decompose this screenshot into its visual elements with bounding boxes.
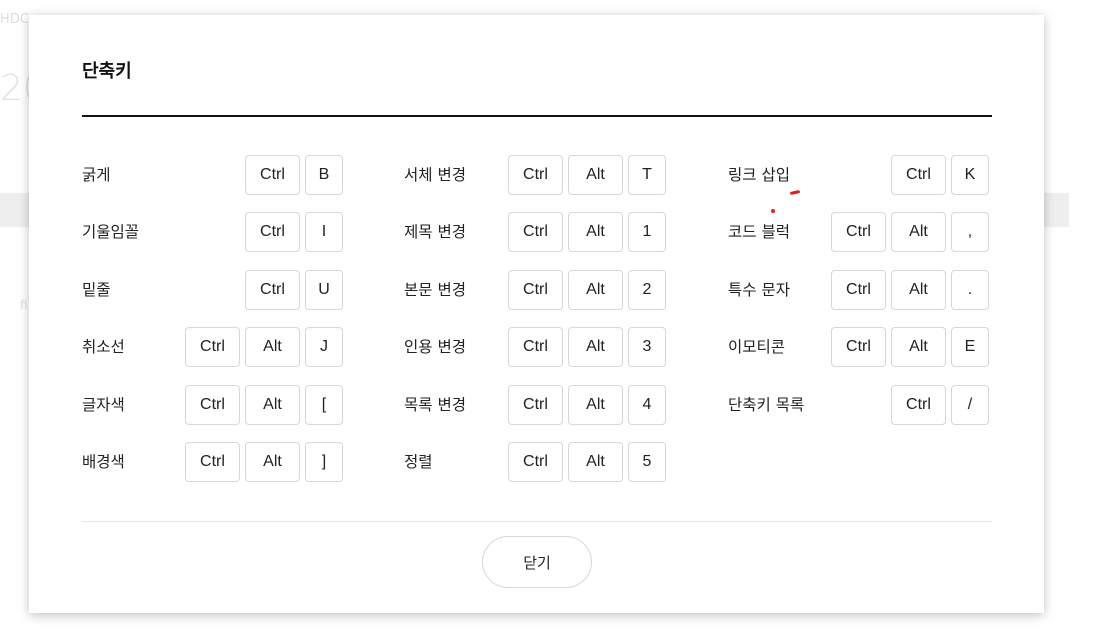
- key-cap: U: [305, 270, 343, 310]
- key-cap: Ctrl: [245, 155, 300, 195]
- shortcut-grid: 굵게 Ctrl B 기울임꼴 Ctrl I 밑줄 Ctrl U 취소선 Ctrl Alt J 글자색 Ctr…: [82, 155, 992, 485]
- shortcut-label: 단축키 목록: [728, 396, 805, 414]
- shortcut-keys: Ctrl Alt 1: [508, 212, 666, 252]
- key-cap: Alt: [568, 442, 623, 482]
- key-cap: Ctrl: [508, 212, 563, 252]
- shortcut-label: 취소선: [82, 338, 125, 356]
- key-cap: 2: [628, 270, 666, 310]
- shortcut-keys: Ctrl U: [245, 270, 343, 310]
- key-cap: Ctrl: [508, 155, 563, 195]
- key-cap: Alt: [891, 270, 946, 310]
- key-cap: Ctrl: [831, 270, 886, 310]
- key-cap: J: [305, 327, 343, 367]
- shortcut-label: 링크 삽입: [728, 166, 790, 184]
- dialog-title: 단축키: [82, 61, 132, 82]
- close-button[interactable]: 닫기: [482, 536, 592, 588]
- key-cap: Ctrl: [891, 155, 946, 195]
- key-cap: E: [951, 327, 989, 367]
- annotation-dot: [771, 209, 775, 213]
- shortcut-keys: Ctrl Alt J: [185, 327, 343, 367]
- shortcut-label: 이모티콘: [728, 338, 786, 356]
- key-cap: Ctrl: [185, 442, 240, 482]
- key-cap: .: [951, 270, 989, 310]
- shortcut-keys: Ctrl /: [891, 385, 989, 425]
- shortcut-keys: Ctrl Alt[: [185, 385, 343, 425]
- shortcut-keys: Ctrl Alt E: [831, 327, 989, 367]
- key-cap: Ctrl: [891, 385, 946, 425]
- key-cap: Ctrl: [508, 327, 563, 367]
- key-cap: B: [305, 155, 343, 195]
- shortcut-keys: Ctrl Alt 3: [508, 327, 666, 367]
- key-cap: Alt: [568, 327, 623, 367]
- shortcut-label: 본문 변경: [404, 281, 466, 299]
- key-cap: T: [628, 155, 666, 195]
- shortcut-keys: Ctrl Alt 5: [508, 442, 666, 482]
- shortcut-label: 서체 변경: [404, 166, 466, 184]
- key-cap: Alt: [568, 155, 623, 195]
- shortcut-keys: Ctrl Alt 4: [508, 385, 666, 425]
- key-cap: /: [951, 385, 989, 425]
- shortcut-keys: Ctrl Alt]: [185, 442, 343, 482]
- shortcut-label: 배경색: [82, 453, 125, 471]
- key-cap: Ctrl: [508, 442, 563, 482]
- shortcut-keys: Ctrl Alt 2: [508, 270, 666, 310]
- shortcut-keys: Ctrl I: [245, 212, 343, 252]
- key-cap: Alt: [245, 385, 300, 425]
- background-header-text: HDC: [0, 12, 29, 27]
- shortcut-keys: Ctrl Alt T: [508, 155, 666, 195]
- key-cap: 4: [628, 385, 666, 425]
- shortcut-label: 코드 블럭: [728, 223, 790, 241]
- key-cap: Alt: [245, 327, 300, 367]
- key-cap: 1: [628, 212, 666, 252]
- key-cap: ,: [951, 212, 989, 252]
- shortcut-label: 굵게: [82, 166, 111, 184]
- key-cap: Ctrl: [245, 270, 300, 310]
- shortcuts-dialog: 단축키 굵게 Ctrl B 기울임꼴 Ctrl I 밑줄 Ctrl U 취소선 Ctrl Alt J 글자…: [29, 15, 1044, 613]
- shortcut-label: 특수 문자: [728, 281, 790, 299]
- shortcut-keys: Ctrl Alt.: [831, 270, 989, 310]
- key-cap: Alt: [245, 442, 300, 482]
- key-cap: Alt: [568, 270, 623, 310]
- key-cap: Ctrl: [831, 327, 886, 367]
- shortcut-keys: Ctrl B: [245, 155, 343, 195]
- key-cap: Alt: [568, 212, 623, 252]
- key-cap: ]: [305, 442, 343, 482]
- key-cap: 3: [628, 327, 666, 367]
- shortcut-keys: Ctrl K: [891, 155, 989, 195]
- key-cap: Ctrl: [831, 212, 886, 252]
- key-cap: 5: [628, 442, 666, 482]
- background-side-text: fi: [20, 298, 28, 312]
- key-cap: Ctrl: [185, 327, 240, 367]
- key-cap: Alt: [891, 212, 946, 252]
- key-cap: K: [951, 155, 989, 195]
- key-cap: Ctrl: [508, 270, 563, 310]
- shortcut-label: 제목 변경: [404, 223, 466, 241]
- key-cap: Ctrl: [245, 212, 300, 252]
- shortcut-label: 밑줄: [82, 281, 111, 299]
- title-divider: [82, 115, 992, 117]
- key-cap: Ctrl: [508, 385, 563, 425]
- key-cap: Ctrl: [185, 385, 240, 425]
- key-cap: Alt: [568, 385, 623, 425]
- shortcut-label: 정렬: [404, 453, 433, 471]
- shortcut-label: 인용 변경: [404, 338, 466, 356]
- key-cap: I: [305, 212, 343, 252]
- key-cap: [: [305, 385, 343, 425]
- footer-divider: [82, 521, 992, 522]
- shortcut-label: 기울임꼴: [82, 223, 140, 241]
- key-cap: Alt: [891, 327, 946, 367]
- shortcut-label: 목록 변경: [404, 396, 466, 414]
- shortcut-label: 글자색: [82, 396, 125, 414]
- shortcut-keys: Ctrl Alt,: [831, 212, 989, 252]
